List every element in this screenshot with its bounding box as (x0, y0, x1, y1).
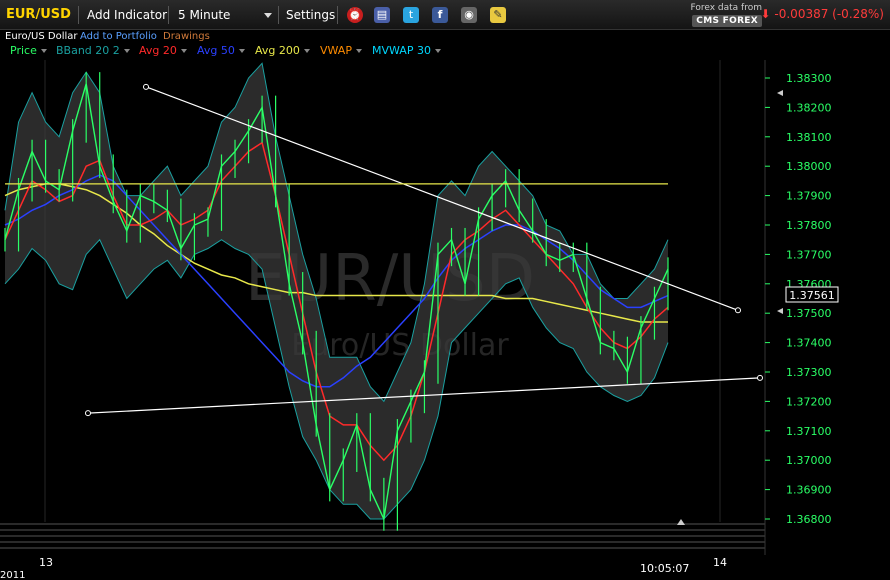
y-tick-label: 1.37200 (786, 395, 832, 408)
year-label: 2011 (0, 570, 25, 580)
y-tick-label: 1.37100 (786, 425, 832, 438)
y-tick-label: 1.38200 (786, 101, 832, 114)
y-tick-label: 1.37400 (786, 337, 832, 350)
last-price-label: 1.37561 (789, 289, 835, 302)
y-tick-label: 1.38300 (786, 72, 832, 85)
price-chart[interactable]: EUR/USD Euro/US Dollar 1.383001.382001.3… (0, 0, 890, 580)
y-tick-label: 1.38100 (786, 131, 832, 144)
y-tick-label: 1.38000 (786, 160, 832, 173)
trendline-handle (735, 307, 741, 314)
y-tick-label: 1.37500 (786, 307, 832, 320)
y-tick-label: 1.36900 (786, 484, 832, 497)
x-tick-label: 13 (39, 556, 53, 569)
y-tick-label: 1.37000 (786, 454, 832, 467)
x-tick-label: 14 (713, 556, 727, 569)
trendline-handle (757, 374, 763, 381)
scroll-up-icon[interactable] (777, 90, 783, 96)
trendline-handle (85, 410, 91, 417)
price-pointer-icon (777, 308, 783, 314)
y-tick-label: 1.37700 (786, 248, 832, 261)
y-tick-label: 1.37800 (786, 219, 832, 232)
last-price-tag: 1.37561 (785, 286, 839, 303)
x-tick-label: 10:05:07 (640, 562, 689, 575)
y-tick-label: 1.36800 (786, 513, 832, 526)
trendline-handle (143, 83, 149, 90)
scroll-right-icon[interactable] (677, 519, 685, 525)
y-tick-label: 1.37300 (786, 366, 832, 379)
y-tick-label: 1.37900 (786, 190, 832, 203)
time-axis: 13 10:05:07 14 (39, 556, 727, 575)
